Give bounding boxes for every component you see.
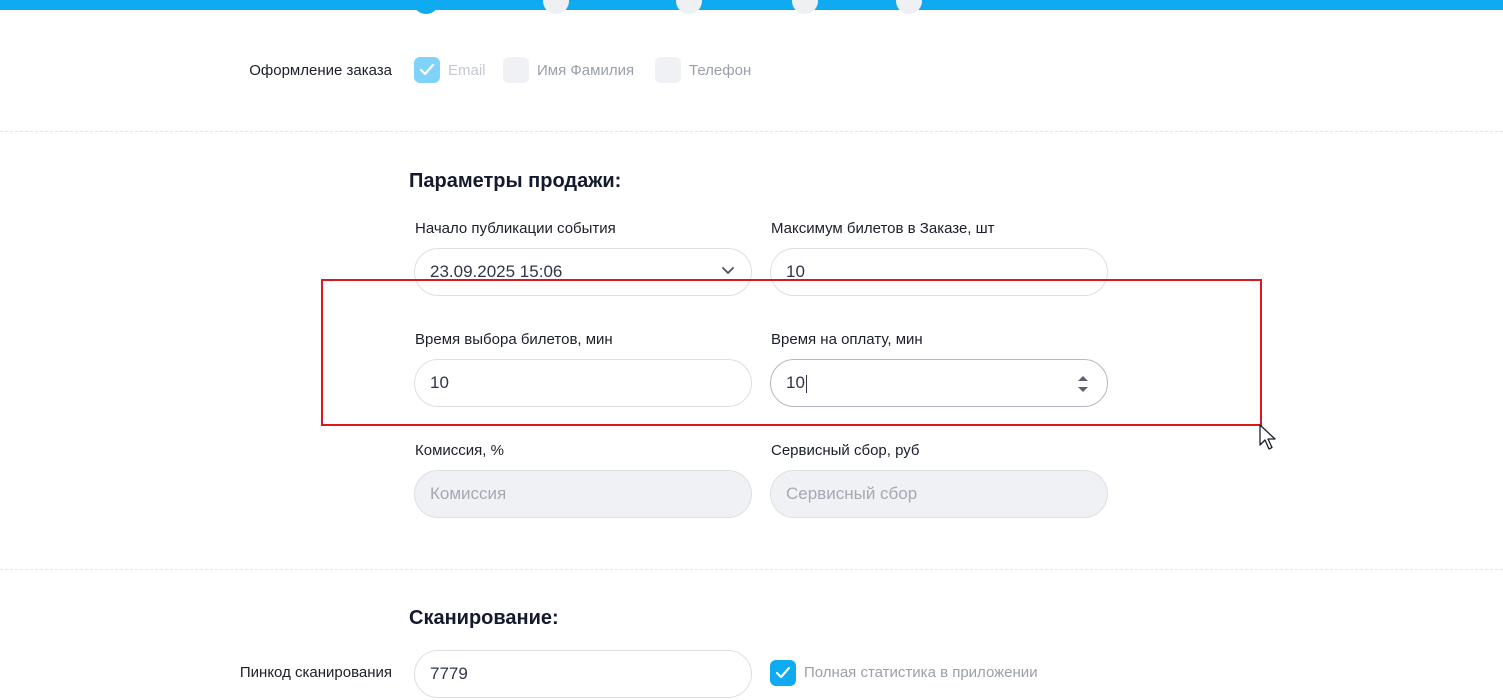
mouse-cursor-icon: [1259, 424, 1276, 450]
clipped-radio-option[interactable]: [413, 0, 439, 14]
checkmark-icon: [419, 63, 435, 76]
full-stats-label: Полная статистика в приложении: [804, 664, 1038, 681]
commission-input[interactable]: Комиссия: [414, 470, 752, 518]
name-surname-checkbox-label: Имя Фамилия: [537, 62, 635, 79]
clipped-radio-option[interactable]: [792, 0, 818, 14]
highlight-box: [321, 279, 1262, 426]
pincode-label: Пинкод сканирования: [239, 664, 392, 681]
top-accent-bar: [0, 0, 1503, 10]
sale-params-title: Параметры продажи:: [409, 170, 622, 192]
pincode-input[interactable]: 7779: [414, 650, 752, 698]
checkmark-icon: [775, 666, 791, 679]
commission-placeholder: Комиссия: [430, 484, 507, 503]
section-divider: [0, 569, 1503, 570]
section-divider: [0, 131, 1503, 132]
pincode-value: 7779: [430, 664, 468, 683]
publication-start-label: Начало публикации события: [415, 220, 616, 237]
email-checkbox-label: Email: [448, 62, 486, 79]
clipped-radio-option[interactable]: [543, 0, 569, 14]
email-checkbox[interactable]: [414, 57, 440, 83]
phone-checkbox[interactable]: [655, 57, 681, 83]
clipped-radio-option[interactable]: [676, 0, 702, 14]
full-stats-checkbox[interactable]: [770, 660, 796, 686]
order-form-label: Оформление заказа: [249, 62, 392, 79]
service-fee-placeholder: Сервисный сбор: [786, 484, 918, 503]
phone-checkbox-label: Телефон: [689, 62, 752, 79]
service-fee-input[interactable]: Сервисный сбор: [770, 470, 1108, 518]
service-fee-label: Сервисный сбор, руб: [771, 442, 920, 459]
name-surname-checkbox[interactable]: [503, 57, 529, 83]
clipped-radio-option[interactable]: [896, 0, 922, 14]
max-tickets-label: Максимум билетов в Заказе, шт: [771, 220, 995, 237]
scanning-title: Сканирование:: [409, 607, 559, 629]
commission-label: Комиссия, %: [415, 442, 504, 459]
chevron-down-icon: [722, 267, 734, 274]
